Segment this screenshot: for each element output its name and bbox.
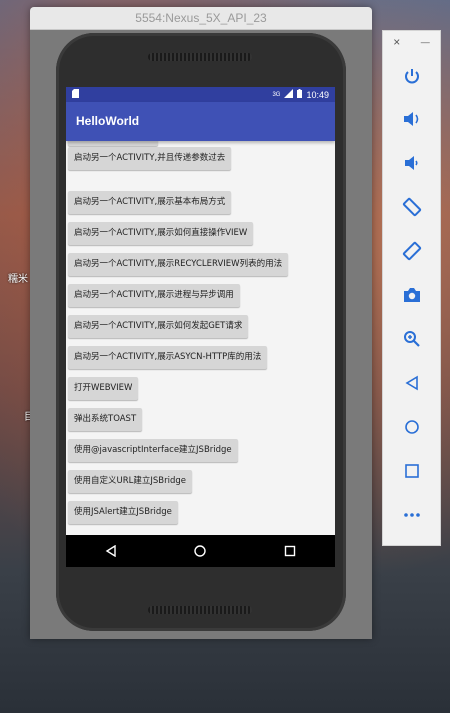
list-button-partial[interactable] — [68, 141, 158, 146]
network-type: 3G — [272, 91, 281, 98]
list-button[interactable]: 启动另一个ACTIVITY,展示RECYCLERVIEW列表的用法 — [68, 253, 289, 276]
list-button[interactable]: 弹出系统TOAST — [68, 408, 143, 431]
back-icon[interactable] — [383, 368, 440, 398]
bottom-speaker — [148, 606, 252, 614]
volume-up-icon[interactable] — [383, 104, 440, 134]
close-icon[interactable]: × — [393, 35, 400, 49]
sd-card-icon — [72, 89, 79, 100]
emulator-toolbar: × — — [382, 30, 441, 546]
zoom-icon[interactable] — [383, 324, 440, 354]
list-button[interactable]: 启动另一个ACTIVITY,展示ASYCN-HTTP库的用法 — [68, 346, 268, 369]
camera-icon[interactable] — [383, 280, 440, 310]
desktop-icon-label: 糯米 — [8, 274, 28, 285]
back-icon[interactable] — [101, 541, 121, 561]
list-button[interactable]: 使用JSAlert建立JSBridge — [68, 501, 178, 524]
status-bar: 3G 10:49 — [66, 87, 335, 102]
button-list[interactable]: 启动另一个ACTIVITY,并且传递参数过去 启动另一个ACTIVITY,展示基… — [66, 141, 335, 534]
overview-icon[interactable] — [383, 456, 440, 486]
list-button[interactable]: 启动另一个ACTIVITY,展示如何发起GET请求 — [68, 315, 249, 338]
list-button[interactable]: 使用@javascriptInterface建立JSBridge — [68, 439, 238, 462]
overview-icon[interactable] — [280, 541, 300, 561]
power-icon[interactable] — [383, 61, 440, 91]
emulator-title: 5554:Nexus_5X_API_23 — [30, 7, 372, 30]
app-bar-title: HelloWorld — [66, 102, 335, 141]
phone-screen: 3G 10:49 HelloWorld 启动另一个ACTIVITY,并且传递参数… — [66, 87, 335, 567]
battery-icon — [297, 89, 303, 100]
list-button[interactable]: 打开WEBVIEW — [68, 377, 139, 400]
home-icon[interactable] — [190, 541, 210, 561]
status-time: 10:49 — [306, 89, 329, 100]
top-speaker — [148, 53, 252, 61]
more-icon[interactable] — [383, 500, 440, 530]
toolbar-header: × — — [383, 31, 440, 53]
home-icon[interactable] — [383, 412, 440, 442]
rotate-right-icon[interactable] — [383, 236, 440, 266]
list-button[interactable]: 启动另一个ACTIVITY,展示进程与异步调用 — [68, 284, 240, 307]
emulator-window: 5554:Nexus_5X_API_23 3G 10:49 HelloWorld — [30, 7, 372, 639]
list-button[interactable]: 使用自定义URL建立JSBridge — [68, 470, 192, 493]
minimize-icon[interactable]: — — [421, 37, 430, 47]
navigation-bar — [66, 535, 335, 567]
list-button[interactable]: 启动另一个ACTIVITY,展示基本布局方式 — [68, 191, 232, 214]
list-button[interactable]: 启动另一个ACTIVITY,展示如何直接操作VIEW — [68, 222, 254, 245]
list-button[interactable]: 启动另一个ACTIVITY,并且传递参数过去 — [68, 147, 232, 170]
signal-icon — [284, 89, 294, 100]
volume-down-icon[interactable] — [383, 148, 440, 178]
rotate-left-icon[interactable] — [383, 192, 440, 222]
